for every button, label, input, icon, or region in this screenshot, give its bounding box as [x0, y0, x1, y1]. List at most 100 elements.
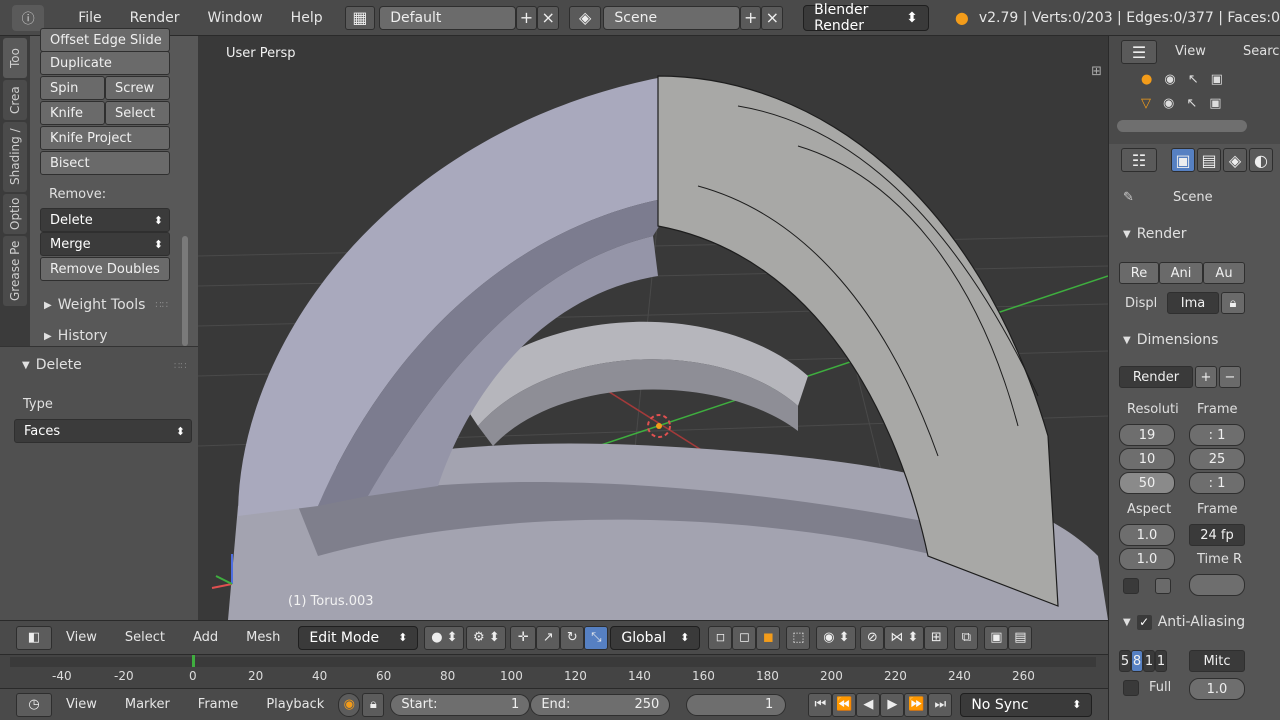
- resolution-y-field[interactable]: 10: [1119, 448, 1175, 470]
- knife-project-button[interactable]: Knife Project: [40, 126, 170, 150]
- occlude-geometry-toggle[interactable]: ⬚: [786, 625, 811, 650]
- add-layout-button[interactable]: +: [515, 5, 538, 30]
- render-preset-select[interactable]: Render: [1119, 366, 1193, 388]
- cursor-icon[interactable]: ↖: [1188, 72, 1199, 87]
- play-reverse-icon[interactable]: ◀: [856, 692, 881, 717]
- jump-end-icon[interactable]: ⏭: [928, 692, 953, 717]
- menu-render[interactable]: Render: [116, 10, 194, 26]
- jump-keyframe-back-icon[interactable]: ⏪: [832, 692, 857, 717]
- aa-samples-11[interactable]: 1: [1143, 650, 1155, 672]
- delete-menu-button[interactable]: Delete ⬍: [40, 208, 170, 232]
- render-animation-button[interactable]: Ani: [1159, 262, 1203, 284]
- menu-window[interactable]: Window: [193, 10, 276, 26]
- auto-keying-icon[interactable]: ◉: [338, 692, 361, 717]
- info-editor-icon[interactable]: ⓘ: [12, 4, 45, 31]
- drag-handle-icon[interactable]: ∷∷: [155, 300, 168, 311]
- timeline-editor-type-button[interactable]: ◷: [16, 692, 52, 717]
- translate-manipulator[interactable]: ↗: [536, 625, 561, 650]
- eye-icon[interactable]: ◉: [1163, 96, 1174, 111]
- outliner-editor-icon[interactable]: ☰: [1121, 40, 1157, 64]
- knife-select-button[interactable]: Select: [105, 101, 170, 125]
- full-sample-checkbox[interactable]: [1123, 680, 1139, 696]
- opengl-render-icon[interactable]: ▣: [984, 625, 1009, 650]
- border-checkbox[interactable]: [1123, 578, 1139, 594]
- jump-start-icon[interactable]: ⏮: [808, 692, 833, 717]
- current-frame-field[interactable]: 1: [686, 693, 787, 716]
- aa-samples-8[interactable]: 8: [1131, 650, 1143, 672]
- scale-manipulator[interactable]: ⤡: [584, 625, 609, 650]
- aspect-y-field[interactable]: 1.0: [1119, 548, 1175, 570]
- frame-start-field[interactable]: : 1: [1189, 424, 1245, 446]
- scene-tab-icon[interactable]: ◈: [1223, 148, 1247, 172]
- snap-toggle[interactable]: ⊘: [860, 625, 885, 650]
- remove-doubles-button[interactable]: Remove Doubles: [40, 257, 170, 281]
- layers-icon[interactable]: ⧉: [954, 625, 979, 650]
- toolshelf-scrollbar[interactable]: [182, 236, 188, 346]
- display-select[interactable]: Ima: [1167, 292, 1219, 314]
- render-engine-select[interactable]: Blender Render ⬍: [803, 2, 929, 34]
- orientation-select[interactable]: Global ⬍: [610, 625, 701, 650]
- current-frame-marker[interactable]: [192, 655, 195, 667]
- properties-editor-icon[interactable]: ☷: [1121, 148, 1157, 172]
- aa-samples-16[interactable]: 1: [1155, 650, 1167, 672]
- remove-scene-button[interactable]: ×: [761, 5, 784, 30]
- outliner-view-menu[interactable]: View: [1175, 44, 1206, 59]
- eye-icon[interactable]: ◉: [1164, 72, 1175, 87]
- shading-select[interactable]: ● ⬍: [424, 625, 465, 650]
- layout-field[interactable]: Default: [379, 5, 516, 30]
- anti-aliasing-panel-header[interactable]: ▼ ✓ Anti-Aliasing: [1123, 614, 1245, 630]
- timeline[interactable]: -40 -20 0 20 40 60 80 100 120 140 160 18…: [0, 654, 1108, 688]
- end-frame-field[interactable]: End: 250: [530, 693, 671, 716]
- scene-icon[interactable]: ◈: [568, 5, 602, 30]
- viewport-corner-plus-icon[interactable]: ⊞: [1091, 64, 1102, 79]
- outliner-row-lamp[interactable]: ● ◉ ↖ ▣: [1141, 72, 1223, 87]
- knife-button[interactable]: Knife: [40, 101, 105, 125]
- camera-icon[interactable]: ▣: [1211, 72, 1223, 87]
- pivot-select[interactable]: ⚙ ⬍: [466, 625, 507, 650]
- viewport-add-menu[interactable]: Add: [179, 630, 232, 645]
- delete-type-select[interactable]: Faces ⬍: [14, 419, 192, 443]
- timeline-playback-menu[interactable]: Playback: [252, 697, 338, 712]
- tab-tools[interactable]: Too: [3, 38, 27, 78]
- grid-snap-icon[interactable]: ⊞: [924, 625, 949, 650]
- tab-create[interactable]: Crea: [3, 80, 27, 120]
- menu-help[interactable]: Help: [277, 10, 337, 26]
- manipulator-toggle[interactable]: ✛: [510, 625, 537, 650]
- sync-mode-select[interactable]: No Sync ⬍: [960, 692, 1093, 717]
- render-image-button[interactable]: Re: [1119, 262, 1159, 284]
- 3d-viewport[interactable]: User Persp (1) Torus.003 ⊞: [198, 36, 1108, 620]
- aspect-x-field[interactable]: 1.0: [1119, 524, 1175, 546]
- vertex-select-mode[interactable]: ◽: [708, 625, 733, 650]
- outliner-search-menu[interactable]: Search: [1243, 44, 1280, 59]
- start-frame-field[interactable]: Start: 1: [390, 693, 531, 716]
- remove-layout-button[interactable]: ×: [537, 5, 559, 30]
- aa-filter-select[interactable]: Mitc: [1189, 650, 1245, 672]
- editor-type-button[interactable]: ◧: [16, 625, 52, 650]
- timeline-view-menu[interactable]: View: [52, 697, 111, 712]
- viewport-mesh-menu[interactable]: Mesh: [232, 630, 294, 645]
- timeline-frame-menu[interactable]: Frame: [184, 697, 253, 712]
- filter-size-field[interactable]: 1.0: [1189, 678, 1245, 700]
- cursor-icon[interactable]: ↖: [1186, 96, 1197, 111]
- scene-field[interactable]: Scene: [603, 5, 740, 30]
- menu-file[interactable]: File: [64, 10, 115, 26]
- mode-select[interactable]: Edit Mode ⬍: [298, 625, 419, 650]
- render-panel-header[interactable]: ▼ Render: [1123, 226, 1187, 242]
- time-remap-field[interactable]: [1189, 574, 1245, 596]
- viewport-select-menu[interactable]: Select: [111, 630, 179, 645]
- timeline-marker-menu[interactable]: Marker: [111, 697, 184, 712]
- resolution-x-field[interactable]: 19: [1119, 424, 1175, 446]
- offset-edge-slide-button[interactable]: Offset Edge Slide: [40, 28, 170, 52]
- add-preset-button[interactable]: +: [1195, 366, 1217, 388]
- render-audio-button[interactable]: Au: [1203, 262, 1245, 284]
- crop-checkbox[interactable]: [1155, 578, 1171, 594]
- duplicate-button[interactable]: Duplicate: [40, 51, 170, 75]
- bisect-button[interactable]: Bisect: [40, 151, 170, 175]
- pin-icon[interactable]: ✎: [1123, 190, 1134, 205]
- anti-aliasing-checkbox[interactable]: ✓: [1136, 614, 1152, 630]
- layout-icon[interactable]: ▦: [344, 5, 376, 30]
- resolution-percent-field[interactable]: 50: [1119, 472, 1175, 494]
- frame-end-field[interactable]: 25: [1189, 448, 1245, 470]
- edge-select-mode[interactable]: ◻: [732, 625, 757, 650]
- opengl-anim-icon[interactable]: ▤: [1008, 625, 1033, 650]
